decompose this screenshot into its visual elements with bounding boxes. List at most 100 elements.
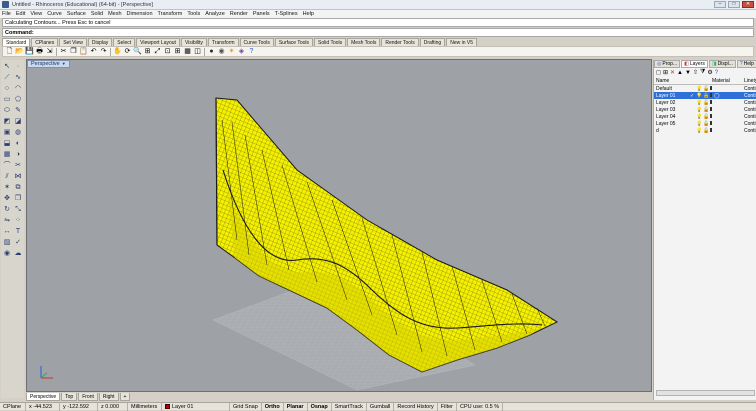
help-icon[interactable]: ?: [715, 70, 718, 76]
layer-row[interactable]: Layer 01 ✓ 💡🔓 ◯ Contin: [654, 92, 756, 99]
tab-properties[interactable]: ◎ Prop...: [654, 60, 681, 68]
lightbulb-icon[interactable]: 💡: [696, 86, 702, 92]
grid-snap-toggle[interactable]: Grid Snap: [230, 402, 262, 411]
lock-icon[interactable]: 🔓: [703, 86, 709, 92]
curve-icon[interactable]: ∿: [13, 73, 23, 83]
column-linetype[interactable]: Linety: [744, 78, 756, 84]
menu-dimension[interactable]: Dimension: [127, 11, 153, 17]
properties-icon[interactable]: ◈: [237, 47, 246, 56]
group-icon[interactable]: ⧉: [13, 183, 23, 193]
ortho-toggle[interactable]: Ortho: [262, 402, 284, 411]
loft-icon[interactable]: ◪: [13, 117, 23, 127]
lightbulb-icon[interactable]: 💡: [696, 121, 702, 127]
join-icon[interactable]: ⋈: [13, 172, 23, 182]
new-sublayer-icon[interactable]: ⊞: [663, 69, 668, 76]
extrude-icon[interactable]: ⬓: [2, 139, 12, 149]
lock-icon[interactable]: 🔓: [703, 114, 709, 120]
analyze-icon[interactable]: ✓: [13, 238, 23, 248]
layer-color-swatch[interactable]: [710, 106, 713, 111]
freeform-icon[interactable]: ✎: [13, 106, 23, 116]
cplane-indicator[interactable]: CPlane: [0, 402, 26, 411]
tab-mesh-tools[interactable]: Mesh Tools: [347, 38, 381, 46]
menu-file[interactable]: File: [2, 11, 11, 17]
tab-layers[interactable]: ◧ Layers: [681, 60, 708, 68]
menu-transform[interactable]: Transform: [158, 11, 183, 17]
record-history-toggle[interactable]: Record History: [394, 402, 438, 411]
text-icon[interactable]: T: [13, 227, 23, 237]
open-file-icon[interactable]: 📂: [15, 47, 24, 56]
layer-color-swatch[interactable]: [710, 120, 713, 125]
lock-icon[interactable]: 🔓: [703, 100, 709, 106]
maximize-button[interactable]: □: [728, 1, 740, 8]
sphere-icon[interactable]: ◍: [13, 128, 23, 138]
column-name[interactable]: Name: [654, 78, 712, 84]
menu-render[interactable]: Render: [230, 11, 248, 17]
material-swatch[interactable]: ◯: [714, 93, 744, 99]
tab-cplanes[interactable]: CPlanes: [31, 38, 59, 46]
layer-row[interactable]: Layer 05 💡🔓 Contin: [654, 120, 756, 127]
arc-icon[interactable]: ◠: [13, 84, 23, 94]
shade-icon[interactable]: ●: [207, 47, 216, 56]
new-layer-icon[interactable]: ◻: [656, 69, 661, 76]
rectangle-icon[interactable]: ▭: [2, 95, 12, 105]
panel-scrollbar[interactable]: [656, 390, 755, 396]
tab-visibility[interactable]: Visibility: [180, 38, 207, 46]
tab-surface-tools[interactable]: Surface Tools: [274, 38, 314, 46]
tab-select[interactable]: Select: [113, 38, 136, 46]
fillet-icon[interactable]: ⌒: [2, 161, 12, 171]
copy-icon[interactable]: ❐: [69, 47, 78, 56]
layer-color-swatch[interactable]: [710, 85, 713, 90]
copy-object-icon[interactable]: ❐: [13, 194, 23, 204]
tab-help[interactable]: ? Help: [736, 60, 756, 68]
lock-icon[interactable]: 🔓: [703, 128, 709, 134]
menu-help[interactable]: Help: [303, 11, 314, 17]
gumball-toggle[interactable]: Gumball: [367, 402, 395, 411]
layer-row[interactable]: Default 💡🔓 Contin: [654, 85, 756, 92]
current-layer[interactable]: Layer 01: [162, 402, 230, 411]
command-input[interactable]: Command:: [2, 28, 754, 37]
menu-view[interactable]: View: [30, 11, 42, 17]
menu-solid[interactable]: Solid: [91, 11, 103, 17]
zoom-icon[interactable]: 🔍: [133, 47, 142, 56]
zoom-window-icon[interactable]: ⊞: [143, 47, 152, 56]
cplane-icon[interactable]: ◫: [193, 47, 202, 56]
four-views-icon[interactable]: ⊞: [173, 47, 182, 56]
print-icon[interactable]: 🖶: [35, 47, 44, 56]
dimension-icon[interactable]: ↔: [2, 227, 12, 237]
tab-drafting[interactable]: Drafting: [419, 38, 446, 46]
scene-canvas[interactable]: [27, 60, 652, 392]
tab-display[interactable]: Display: [87, 38, 113, 46]
lock-icon[interactable]: 🔓: [703, 107, 709, 113]
tab-display[interactable]: ◨ Displ...: [708, 60, 736, 68]
polygon-icon[interactable]: ⬠: [13, 95, 23, 105]
column-material[interactable]: Material: [712, 78, 744, 84]
tab-solid-tools[interactable]: Solid Tools: [314, 38, 347, 46]
planar-toggle[interactable]: Planar: [284, 402, 308, 411]
point-icon[interactable]: ·: [13, 62, 23, 72]
layer-row[interactable]: d 💡🔓 Contin: [654, 127, 756, 134]
lights-icon[interactable]: ✶: [227, 47, 236, 56]
undo-icon[interactable]: ↶: [89, 47, 98, 56]
tab-curve-tools[interactable]: Curve Tools: [239, 38, 274, 46]
menu-surface[interactable]: Surface: [67, 11, 86, 17]
box-icon[interactable]: ▣: [2, 128, 12, 138]
menu-panels[interactable]: Panels: [253, 11, 270, 17]
layer-color-swatch[interactable]: [710, 92, 713, 97]
array-icon[interactable]: ⁘: [13, 216, 23, 226]
close-button[interactable]: ✕: [742, 1, 754, 8]
split-icon[interactable]: ⫽: [2, 172, 12, 182]
mirror-icon[interactable]: ⇋: [2, 216, 12, 226]
tab-transform[interactable]: Transform: [207, 38, 239, 46]
grid-icon[interactable]: ▦: [183, 47, 192, 56]
scale-icon[interactable]: ⤡: [13, 205, 23, 215]
layer-row[interactable]: Layer 04 💡🔓 Contin: [654, 113, 756, 120]
paste-icon[interactable]: 📋: [79, 47, 88, 56]
menu-analyze[interactable]: Analyze: [205, 11, 225, 17]
menu-tools[interactable]: Tools: [187, 11, 200, 17]
layer-row[interactable]: Layer 03 💡🔓 Contin: [654, 106, 756, 113]
boolean-icon[interactable]: ◑: [13, 150, 23, 160]
ellipse-icon[interactable]: ⬭: [2, 106, 12, 116]
tab-front[interactable]: Front: [78, 393, 98, 401]
menu-curve[interactable]: Curve: [47, 11, 62, 17]
zoom-extents-icon[interactable]: ⤢: [153, 47, 162, 56]
